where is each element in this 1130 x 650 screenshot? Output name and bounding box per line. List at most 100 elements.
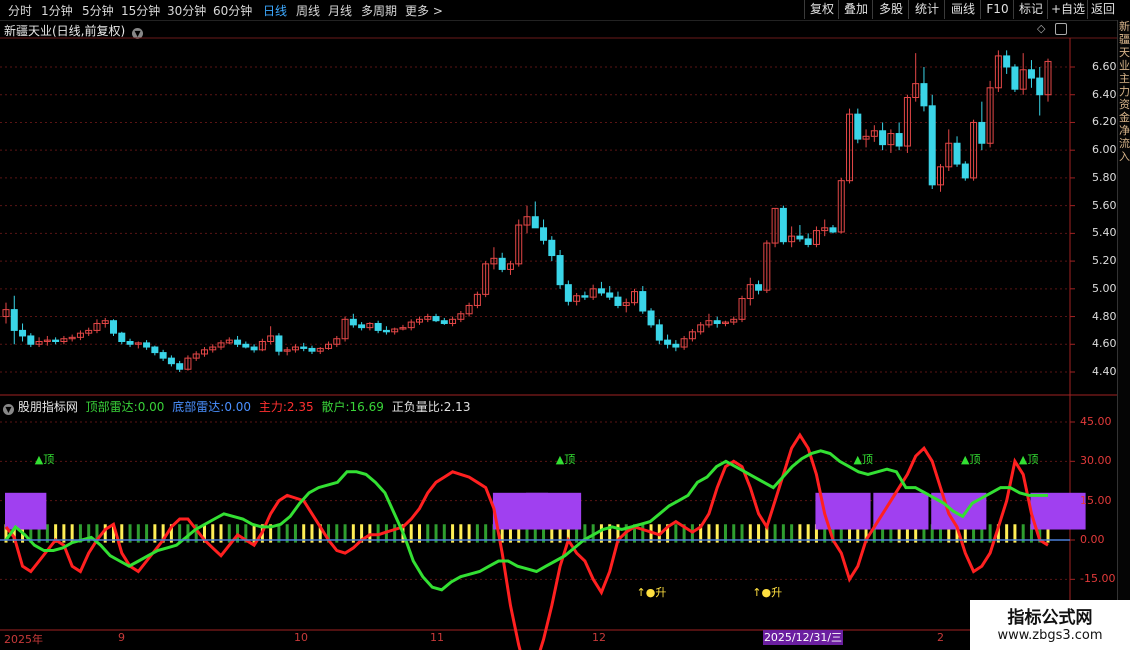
side-panel-char: 净 bbox=[1119, 124, 1130, 137]
purple-blocks bbox=[5, 492, 1086, 530]
candle-body bbox=[895, 133, 903, 147]
candle-body bbox=[159, 352, 167, 359]
candle-body bbox=[167, 357, 175, 365]
candle-body bbox=[606, 292, 614, 298]
candle-body bbox=[382, 329, 390, 333]
candle-body bbox=[647, 310, 655, 326]
candle-body bbox=[540, 227, 548, 241]
side-panel[interactable]: 新疆天业主力资金净流入 bbox=[1117, 20, 1130, 630]
candle-body bbox=[854, 113, 862, 140]
side-panel-char: 疆 bbox=[1119, 33, 1130, 46]
candle-body bbox=[349, 318, 357, 326]
price-tick-label: 5.40 bbox=[1092, 226, 1117, 240]
candle-body bbox=[176, 363, 184, 370]
up-signal-label: ↑●升 bbox=[752, 586, 783, 600]
watermark-url: www.zbgs3.com bbox=[997, 628, 1103, 643]
purple-block bbox=[873, 492, 929, 530]
collapse-icon[interactable]: ▼ bbox=[3, 404, 14, 415]
candle-body bbox=[564, 284, 572, 302]
indicator-tick-label: 15.00 bbox=[1080, 493, 1112, 507]
candle-body bbox=[597, 288, 605, 294]
candle-body bbox=[581, 295, 589, 298]
x-label-12: 12 bbox=[592, 631, 606, 644]
candle-body bbox=[234, 339, 242, 345]
price-tick-label: 6.00 bbox=[1092, 143, 1117, 157]
candle-body bbox=[1011, 66, 1019, 90]
candle-body bbox=[755, 284, 763, 291]
candle-body bbox=[796, 235, 804, 240]
candle-body bbox=[713, 320, 721, 324]
candle-body bbox=[118, 332, 126, 343]
price-chart[interactable] bbox=[0, 0, 1130, 650]
main-force-label: 主力: bbox=[258, 400, 287, 414]
candle-body bbox=[52, 339, 60, 343]
price-tick-label: 4.60 bbox=[1092, 337, 1117, 351]
side-panel-char: 金 bbox=[1119, 111, 1130, 124]
up-signal-label: ↑●升 bbox=[636, 586, 667, 600]
side-panel-char: 入 bbox=[1119, 150, 1130, 163]
indicator-tick-label: 45.00 bbox=[1080, 415, 1112, 428]
side-panel-char: 资 bbox=[1119, 98, 1130, 111]
candle-body bbox=[110, 320, 118, 334]
purple-block bbox=[1030, 492, 1086, 530]
candle-body bbox=[308, 347, 316, 352]
top-signal-label: ▲顶 bbox=[853, 453, 873, 467]
side-panel-text: 新疆天业主力资金净流入 bbox=[1118, 20, 1130, 163]
main-force-value: 2.35 bbox=[286, 400, 314, 414]
side-panel-char: 主 bbox=[1119, 72, 1130, 85]
candle-body bbox=[779, 207, 787, 243]
candle-body bbox=[614, 296, 622, 306]
x-label-2025: 2025年 bbox=[4, 633, 43, 646]
candle-body bbox=[440, 320, 448, 324]
side-panel-char: 业 bbox=[1119, 59, 1130, 72]
candle-body bbox=[126, 341, 134, 345]
candle-body bbox=[10, 309, 18, 331]
price-tick-label: 5.00 bbox=[1092, 281, 1117, 295]
price-tick-label: 4.80 bbox=[1092, 309, 1117, 323]
top-signal-label: ▲顶 bbox=[1018, 453, 1039, 467]
candle-body bbox=[920, 83, 928, 107]
candle-body bbox=[432, 316, 440, 322]
top-signal-label: ▲顶 bbox=[961, 453, 981, 467]
side-panel-char: 新 bbox=[1119, 20, 1130, 33]
candle-body bbox=[1027, 69, 1035, 79]
candle-body bbox=[655, 324, 663, 341]
candle-body bbox=[498, 257, 506, 270]
candle-body bbox=[556, 255, 564, 286]
candle-body bbox=[531, 216, 539, 229]
x-label-9: 9 bbox=[118, 631, 125, 644]
top-signal-label: ▲顶 bbox=[34, 453, 55, 467]
indicator-tick-label: 30.00 bbox=[1080, 454, 1112, 468]
price-tick-label: 6.40 bbox=[1092, 87, 1117, 101]
candle-body bbox=[374, 322, 382, 331]
candle-body bbox=[250, 346, 258, 351]
side-panel-char: 力 bbox=[1119, 85, 1130, 98]
candle-body bbox=[151, 346, 159, 354]
crosshair-date: 2025/12/31/三 bbox=[763, 630, 843, 645]
candle-body bbox=[27, 335, 35, 345]
watermark-title: 指标公式网 bbox=[1007, 608, 1093, 628]
candle-body bbox=[953, 142, 961, 165]
bottom-radar-value: 0.00 bbox=[224, 400, 252, 414]
top-radar-value: 0.00 bbox=[137, 400, 165, 414]
candle-body bbox=[804, 238, 812, 245]
bottom-radar-label: 底部雷达: bbox=[172, 400, 225, 414]
candle-body bbox=[1036, 77, 1044, 96]
indicator-tick-label: 0.00 bbox=[1080, 533, 1105, 546]
candlesticks bbox=[2, 50, 1052, 372]
volume-ratio-value: 2.13 bbox=[443, 400, 471, 414]
price-tick-label: 4.40 bbox=[1092, 365, 1117, 378]
candle-body bbox=[143, 342, 151, 348]
candle-body bbox=[358, 324, 366, 329]
purple-block bbox=[5, 492, 47, 530]
candle-body bbox=[879, 130, 887, 146]
x-label-10: 10 bbox=[294, 631, 308, 644]
indicator-header: ▼ 股朋指标网 顶部雷达:0.00 底部雷达:0.00 主力:2.35 散户:1… bbox=[3, 398, 470, 415]
candle-body bbox=[300, 346, 308, 349]
indicator-name[interactable]: 股朋指标网 bbox=[18, 400, 78, 414]
candle-body bbox=[961, 163, 969, 179]
watermark: 指标公式网 www.zbgs3.com bbox=[970, 600, 1130, 650]
purple-block bbox=[526, 492, 582, 530]
retail-label: 散户: bbox=[321, 400, 350, 414]
candle-body bbox=[928, 105, 936, 186]
